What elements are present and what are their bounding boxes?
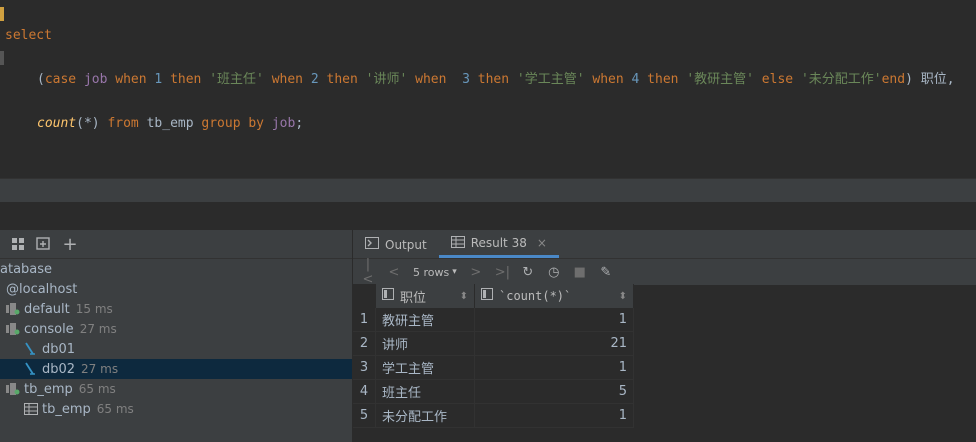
- tree-item-db01[interactable]: db01: [0, 339, 352, 359]
- column-header-count[interactable]: `count(*)` ⬍: [474, 284, 634, 308]
- results-tabs: Output Result 38 ×: [353, 230, 976, 259]
- grid-icon: [450, 235, 465, 251]
- cell-count[interactable]: 21: [474, 331, 634, 356]
- header-row: 职位 ⬍ `count(*)` ⬍: [353, 284, 634, 308]
- session-icon: [6, 383, 24, 395]
- chevron-down-icon: ▾: [452, 267, 457, 277]
- tab-result-38[interactable]: Result 38 ×: [438, 231, 559, 258]
- sort-icon[interactable]: ⬍: [460, 291, 468, 302]
- cell-count[interactable]: 1: [474, 403, 634, 428]
- table-row[interactable]: 3 学工主管 1: [353, 355, 634, 380]
- panel-divider[interactable]: [0, 202, 976, 230]
- column-icon: [382, 288, 394, 304]
- services-tree: atabase @localhost default 15 ms console 2…: [0, 259, 352, 419]
- rows-count-select[interactable]: 5 rows ▾: [413, 266, 457, 279]
- sort-icon[interactable]: ⬍: [619, 291, 627, 302]
- layout-icon[interactable]: [10, 236, 26, 252]
- services-panel: + atabase @localhost default 15 ms consol…: [0, 230, 353, 442]
- table-icon: [24, 403, 42, 415]
- code-line-1: select: [0, 25, 955, 47]
- kw-select: select: [5, 28, 52, 43]
- next-page-icon[interactable]: >: [469, 265, 483, 280]
- results-toolbar: |< < 5 rows ▾ > >| ↻ ◷ ■ ✎: [353, 257, 976, 287]
- table-row[interactable]: 1 教研主管 1: [353, 308, 634, 332]
- tree-item-db02[interactable]: db02 27 ms: [0, 359, 352, 379]
- cell-count[interactable]: 1: [474, 308, 634, 332]
- tree-item-database[interactable]: atabase: [0, 259, 352, 279]
- pin-icon[interactable]: ✎: [599, 265, 613, 280]
- history-icon[interactable]: ◷: [547, 265, 561, 280]
- console-icon: [365, 237, 379, 252]
- editor-status-strip: [0, 178, 976, 203]
- code-block[interactable]: select (case job when 1 then '班主任' when …: [0, 3, 955, 179]
- column-icon: [481, 288, 493, 304]
- tree-item-tb-emp-table[interactable]: tb_emp 65 ms: [0, 399, 352, 419]
- add-service-icon[interactable]: [36, 236, 52, 252]
- query-icon: [24, 342, 42, 356]
- tree-item-default[interactable]: default 15 ms: [0, 299, 352, 319]
- tree-item-tb-emp-session[interactable]: tb_emp 65 ms: [0, 379, 352, 399]
- row-number-header: [353, 284, 376, 308]
- stop-icon[interactable]: ■: [573, 265, 587, 280]
- sql-editor[interactable]: select (case job when 1 then '班主任' when …: [0, 0, 976, 178]
- column-header-position[interactable]: 职位 ⬍: [375, 284, 475, 308]
- code-line-3: count(*) from tb_emp group by job;: [37, 116, 304, 131]
- table-row[interactable]: 2 讲师 21: [353, 331, 634, 356]
- cell-count[interactable]: 1: [474, 355, 634, 380]
- code-line-2: (case job when 1 then '班主任' when 2 then …: [37, 72, 955, 87]
- table-row[interactable]: 4 班主任 5: [353, 379, 634, 404]
- cell-count[interactable]: 5: [474, 379, 634, 404]
- cell-position[interactable]: 学工主管: [375, 355, 475, 380]
- cell-position[interactable]: 未分配工作: [375, 403, 475, 428]
- cell-position[interactable]: 班主任: [375, 379, 475, 404]
- refresh-icon[interactable]: ↻: [521, 265, 535, 280]
- first-page-icon[interactable]: |<: [361, 257, 375, 287]
- session-icon: [6, 323, 24, 335]
- tree-item-console[interactable]: console 27 ms: [0, 319, 352, 339]
- cell-position[interactable]: 教研主管: [375, 308, 475, 332]
- last-page-icon[interactable]: >|: [495, 265, 510, 280]
- services-toolbar: +: [0, 230, 352, 259]
- results-grid: 职位 ⬍ `count(*)` ⬍ 1 教研主管 1 2 讲师 21 3 学工主管 1 4 班主任…: [353, 284, 634, 428]
- close-icon[interactable]: ×: [537, 236, 547, 250]
- cell-position[interactable]: 讲师: [375, 331, 475, 356]
- tab-output[interactable]: Output: [353, 231, 439, 258]
- session-icon: [6, 303, 24, 315]
- tree-item-localhost[interactable]: @localhost: [0, 279, 352, 299]
- table-row[interactable]: 5 未分配工作 1: [353, 403, 634, 428]
- query-icon: [24, 362, 42, 376]
- results-panel: Output Result 38 × |< < 5 rows ▾ > >| ↻ ◷…: [353, 230, 976, 442]
- add-icon[interactable]: +: [62, 234, 78, 255]
- prev-page-icon[interactable]: <: [387, 265, 401, 280]
